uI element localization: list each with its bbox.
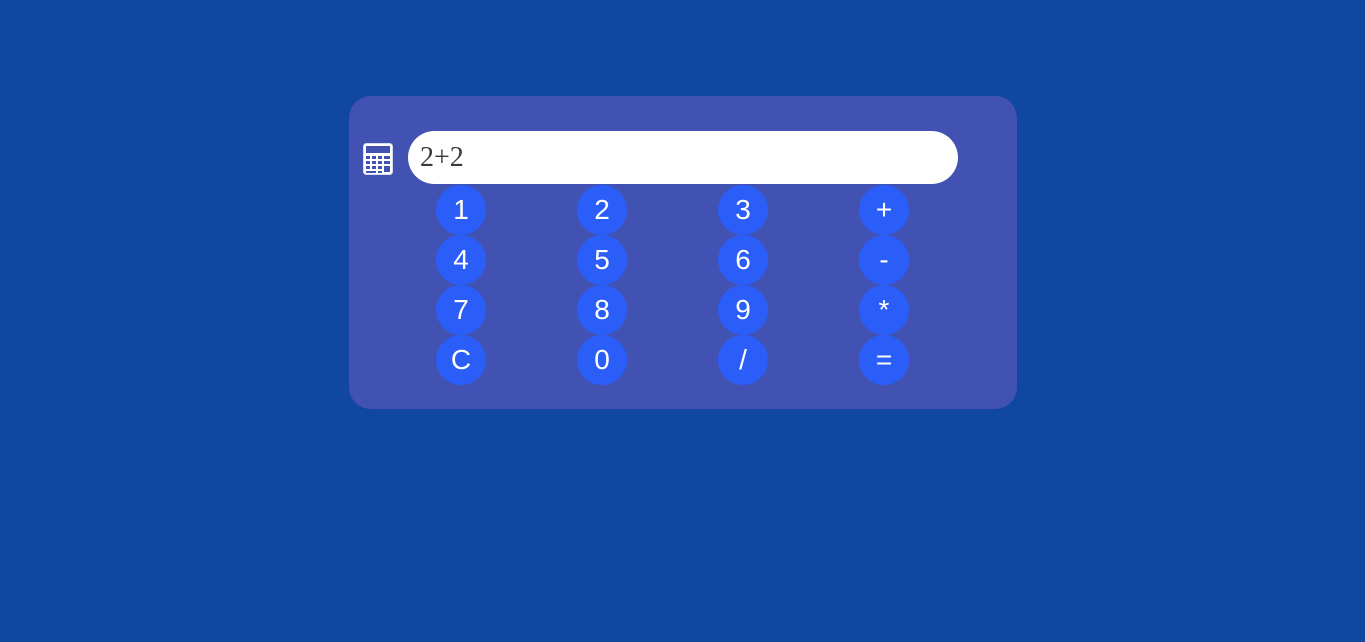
key-plus[interactable]: +	[859, 185, 909, 235]
calculator-panel: 1 2 3 + 4 5 6 - 7 8 9 * C 0 / =	[349, 96, 1017, 409]
key-6[interactable]: 6	[718, 235, 768, 285]
key-5[interactable]: 5	[577, 235, 627, 285]
key-divide[interactable]: /	[718, 335, 768, 385]
keypad: 1 2 3 + 4 5 6 - 7 8 9 * C 0 / =	[436, 185, 910, 385]
key-9[interactable]: 9	[718, 285, 768, 335]
key-1[interactable]: 1	[436, 185, 486, 235]
display-input[interactable]	[408, 131, 958, 184]
key-8[interactable]: 8	[577, 285, 627, 335]
key-3[interactable]: 3	[718, 185, 768, 235]
key-multiply[interactable]: *	[859, 285, 909, 335]
key-equals[interactable]: =	[859, 335, 909, 385]
key-7[interactable]: 7	[436, 285, 486, 335]
key-minus[interactable]: -	[859, 235, 909, 285]
key-clear[interactable]: C	[436, 335, 486, 385]
key-4[interactable]: 4	[436, 235, 486, 285]
calculator-icon	[363, 143, 393, 175]
key-2[interactable]: 2	[577, 185, 627, 235]
key-0[interactable]: 0	[577, 335, 627, 385]
